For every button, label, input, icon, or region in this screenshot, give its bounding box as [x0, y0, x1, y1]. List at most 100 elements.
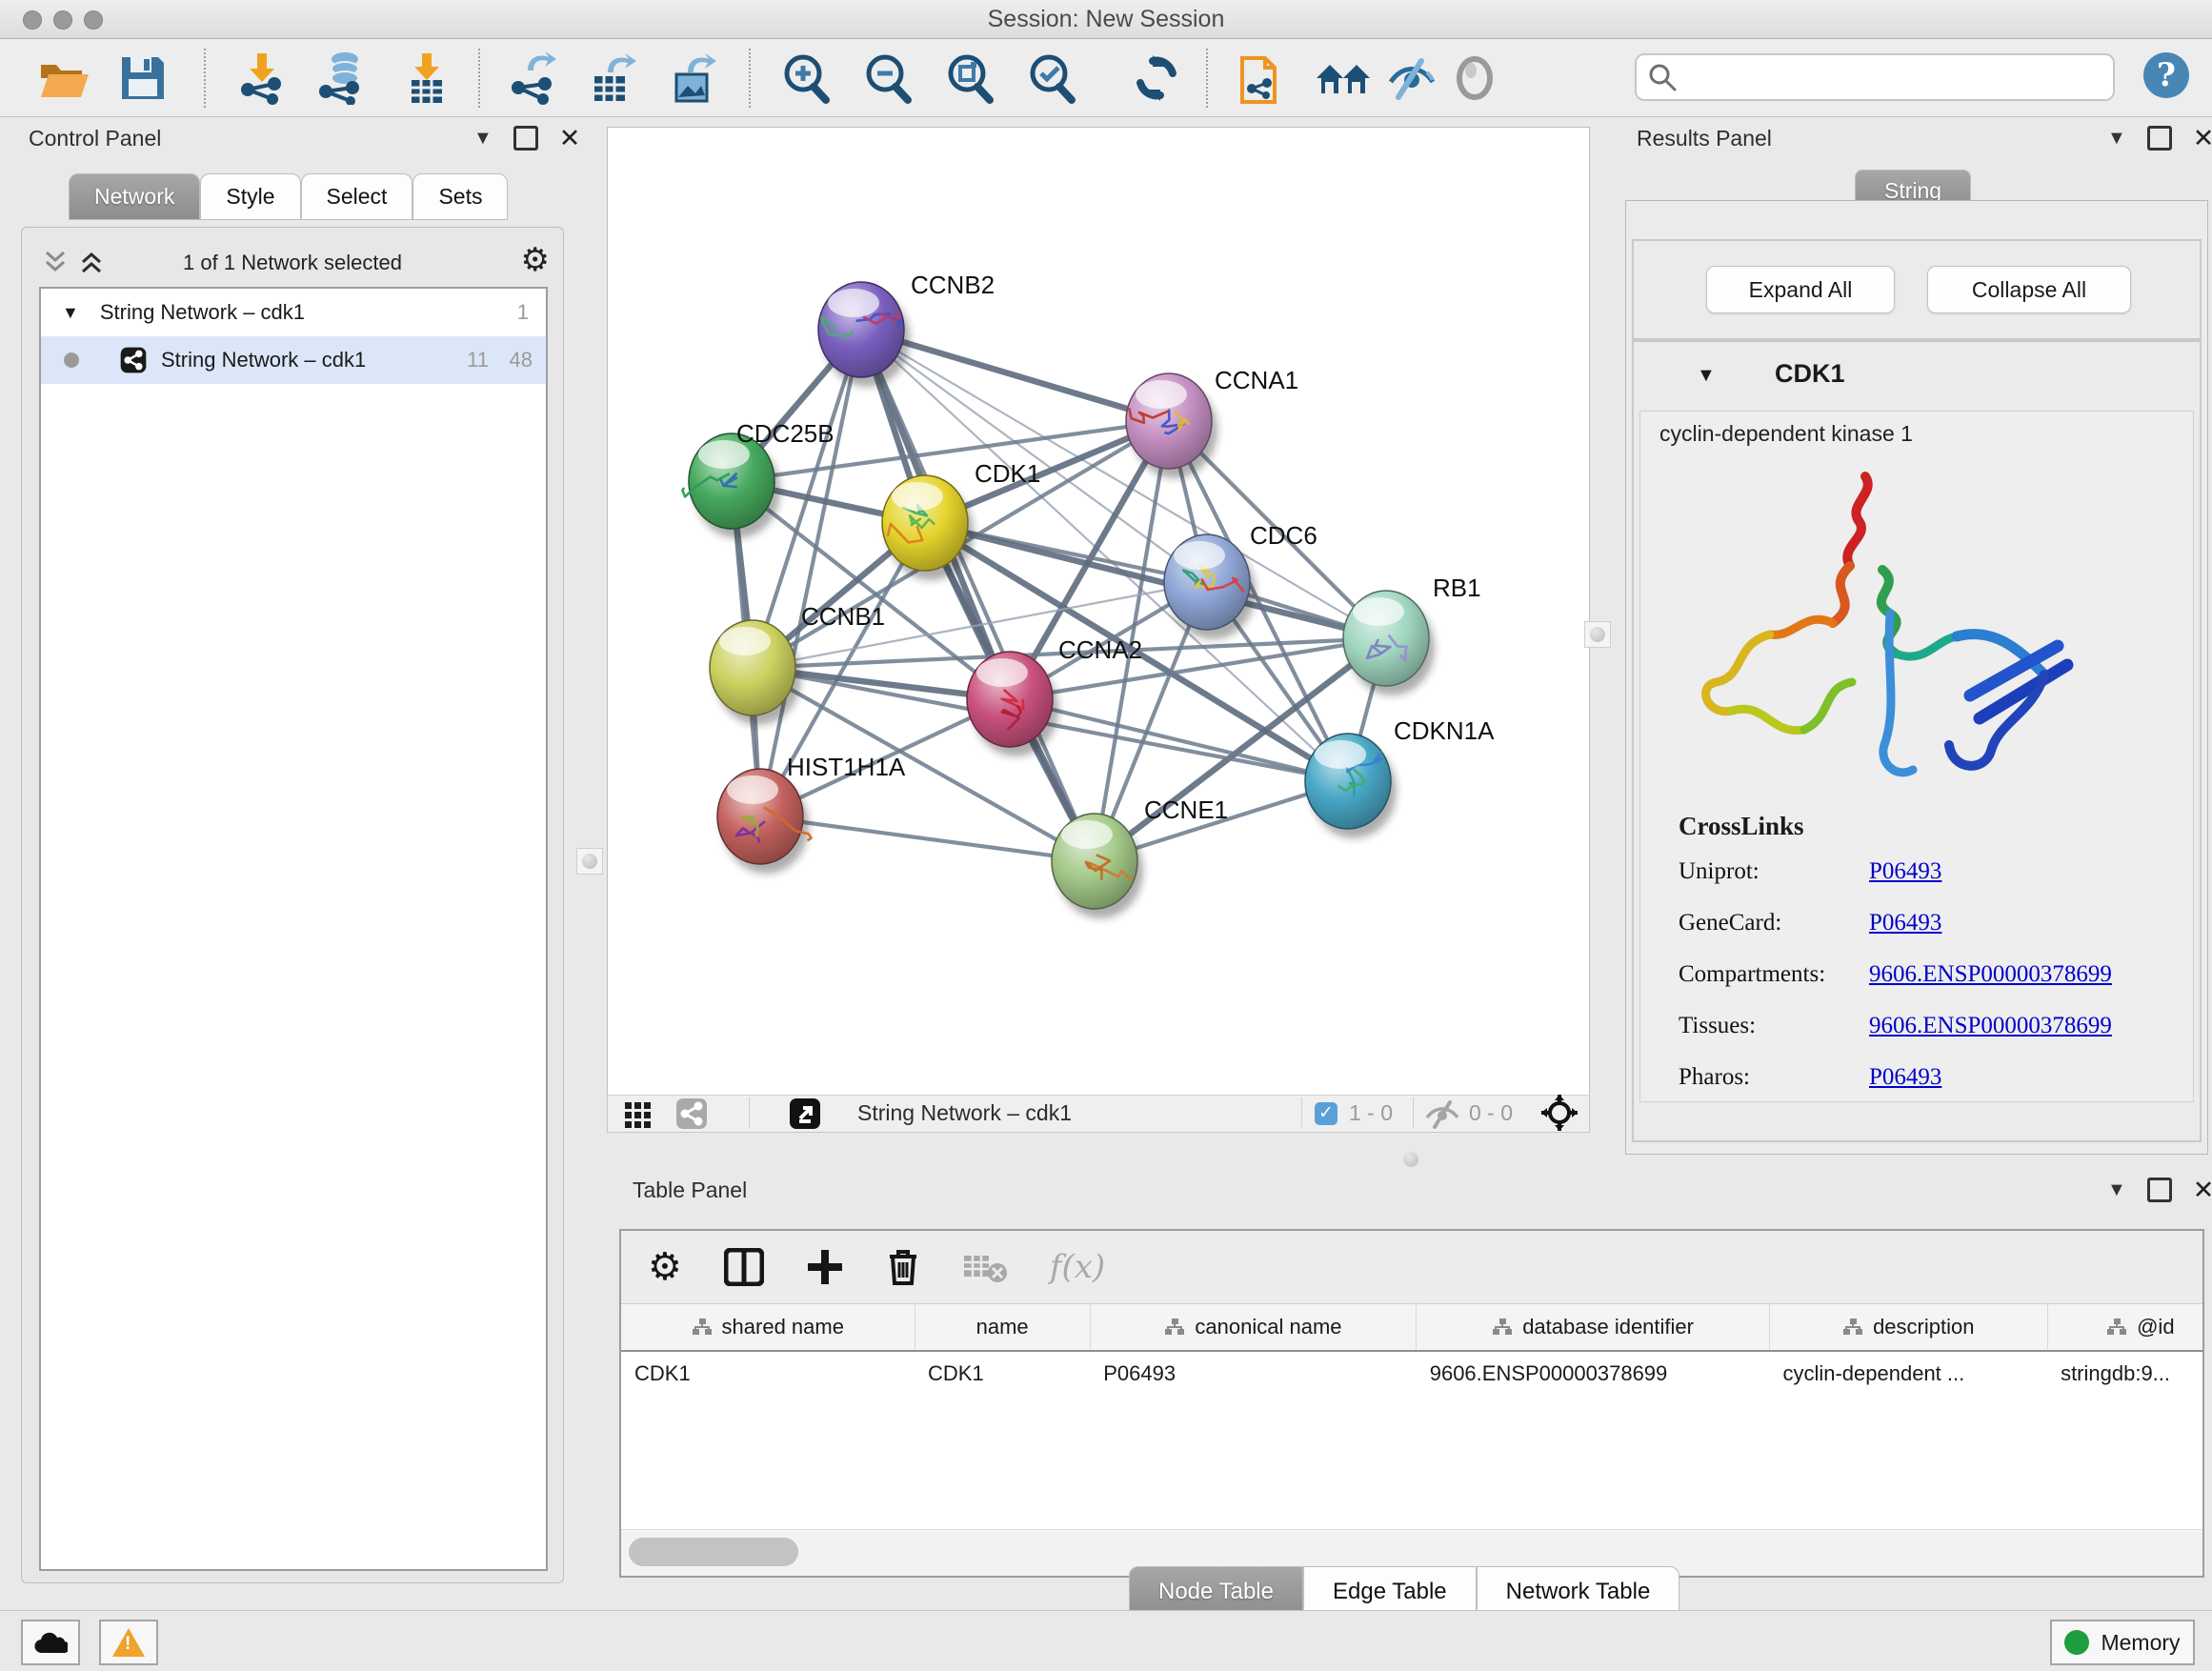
float-panel-icon[interactable]: [2147, 1178, 2172, 1202]
network-graph[interactable]: CCNB2CCNA1CDC25BCDK1CDC6RB1CCNB1CCNA2CDK…: [608, 128, 1589, 1095]
network-share-icon[interactable]: [674, 1097, 709, 1131]
table-cell[interactable]: CDK1: [621, 1351, 915, 1396]
grid-view-icon[interactable]: [621, 1097, 655, 1131]
tab-select[interactable]: Select: [301, 173, 413, 220]
float-panel-icon[interactable]: [513, 126, 538, 151]
status-bar: Memory: [0, 1610, 2212, 1671]
tab-sets[interactable]: Sets: [412, 173, 508, 220]
selected-checkbox-icon[interactable]: ✓: [1315, 1102, 1337, 1125]
export-table-button[interactable]: [583, 50, 640, 106]
expand-all-button[interactable]: Expand All: [1706, 266, 1895, 313]
close-panel-icon[interactable]: ✕: [2193, 129, 2212, 148]
detach-view-icon[interactable]: [789, 1097, 821, 1130]
node-CDKN1A[interactable]: CDKN1A: [1305, 716, 1495, 838]
zoom-selected-button[interactable]: [1023, 50, 1080, 106]
tab-network[interactable]: Network: [69, 173, 200, 220]
share-document-button[interactable]: [1233, 50, 1290, 106]
column-header-description[interactable]: description: [1769, 1304, 2047, 1351]
scrollbar-thumb[interactable]: [629, 1538, 798, 1566]
birdseye-button[interactable]: [1446, 50, 1503, 106]
node-CCNE1[interactable]: CCNE1: [1052, 795, 1228, 918]
node-RB1[interactable]: RB1: [1343, 574, 1481, 695]
network-options-gear-icon[interactable]: ⚙: [521, 241, 550, 279]
import-network-from-database-button[interactable]: [314, 50, 372, 106]
node-table[interactable]: shared namenamecanonical namedatabase id…: [621, 1304, 2202, 1528]
bottom-splitter-handle[interactable]: [1398, 1147, 1423, 1172]
export-network-button[interactable]: [503, 50, 560, 106]
refresh-view-button[interactable]: [1128, 50, 1185, 106]
float-panel-icon[interactable]: [2147, 126, 2172, 151]
table-cell[interactable]: 9606.ENSP00000378699: [1417, 1351, 1770, 1396]
collection-count: 1: [517, 300, 529, 325]
collapse-section-icon[interactable]: ▼: [1697, 365, 1716, 387]
column-header-database-identifier[interactable]: database identifier: [1417, 1304, 1770, 1351]
hide-panels-button[interactable]: [1383, 50, 1440, 106]
selected-node-edge-counts: 1 - 0: [1349, 1100, 1393, 1126]
panel-menu-icon[interactable]: ▼: [2107, 128, 2126, 150]
network-edges[interactable]: [732, 330, 1386, 861]
crosslink-link[interactable]: 9606.ENSP00000378699: [1869, 1013, 2112, 1039]
table-row[interactable]: CDK1CDK1P064939606.ENSP00000378699cyclin…: [621, 1351, 2202, 1396]
zoom-in-button[interactable]: [777, 50, 835, 106]
table-cell[interactable]: stringdb:9...: [2047, 1351, 2202, 1396]
right-splitter-handle[interactable]: [1584, 621, 1611, 648]
export-image-button[interactable]: [665, 50, 722, 106]
toolbar-separator: [204, 49, 206, 108]
column-header-canonical-name[interactable]: canonical name: [1090, 1304, 1416, 1351]
node-CDC6[interactable]: CDC6: [1164, 521, 1317, 639]
table-cell[interactable]: P06493: [1090, 1351, 1416, 1396]
application-window: Session: New Session: [0, 0, 2212, 1671]
crosslink-row: Uniprot:P06493: [1679, 858, 2112, 885]
crosslink-link[interactable]: P06493: [1869, 910, 1941, 936]
close-panel-icon[interactable]: ✕: [559, 129, 581, 148]
statusbar-separator: [1301, 1097, 1302, 1128]
homes-button[interactable]: [1315, 50, 1372, 106]
open-file-button[interactable]: [36, 50, 93, 106]
help-button[interactable]: ?: [2143, 52, 2189, 98]
crosslink-link[interactable]: 9606.ENSP00000378699: [1869, 961, 2112, 988]
network-view-canvas[interactable]: CCNB2CCNA1CDC25BCDK1CDC6RB1CCNB1CCNA2CDK…: [607, 127, 1590, 1096]
node-label-CDC6: CDC6: [1250, 521, 1317, 550]
collapse-all-button[interactable]: Collapse All: [1927, 266, 2131, 313]
memory-button[interactable]: Memory: [2050, 1620, 2195, 1665]
tab-style[interactable]: Style: [200, 173, 300, 220]
add-column-icon[interactable]: [806, 1248, 844, 1286]
table-options-gear-icon[interactable]: ⚙: [648, 1245, 682, 1289]
crosslink-link[interactable]: P06493: [1869, 1064, 1941, 1091]
network-tree-row[interactable]: ▼String Network – cdk11: [41, 289, 546, 336]
network-tree-row[interactable]: String Network – cdk11148: [41, 336, 546, 384]
protein-description: cyclin-dependent kinase 1: [1659, 421, 1913, 447]
node-CCNB2[interactable]: CCNB2: [818, 271, 995, 387]
edge-CCNB2-CCNE1: [861, 330, 1095, 861]
node-CCNA1[interactable]: CCNA1: [1126, 366, 1298, 478]
show-columns-icon[interactable]: [724, 1248, 764, 1286]
string-network-icon: [119, 346, 148, 374]
delete-column-icon[interactable]: [886, 1247, 920, 1287]
close-panel-icon[interactable]: ✕: [2193, 1180, 2212, 1199]
zoom-out-button[interactable]: [859, 50, 916, 106]
node-CDK1[interactable]: CDK1: [882, 459, 1040, 580]
zoom-selected-icon: [1026, 52, 1077, 104]
import-network-button[interactable]: [232, 50, 290, 106]
left-splitter-handle[interactable]: [576, 848, 603, 875]
cloud-button[interactable]: [21, 1620, 80, 1665]
search-input[interactable]: [1677, 57, 2113, 97]
fit-content-crosshair-icon[interactable]: [1539, 1093, 1579, 1133]
panel-menu-icon[interactable]: ▼: [473, 128, 493, 150]
crosslink-link[interactable]: P06493: [1869, 858, 1941, 885]
column-header-name[interactable]: name: [915, 1304, 1090, 1351]
column-label: description: [1873, 1315, 1974, 1339]
node-HIST1H1A[interactable]: HIST1H1A: [717, 753, 906, 874]
column-header--id[interactable]: @id: [2047, 1304, 2202, 1351]
table-cell[interactable]: CDK1: [915, 1351, 1090, 1396]
import-table-button[interactable]: [398, 50, 455, 106]
collapse-node-icon[interactable]: ▼: [62, 303, 79, 323]
column-header-shared-name[interactable]: shared name: [621, 1304, 915, 1351]
table-cell[interactable]: cyclin-dependent ...: [1769, 1351, 2047, 1396]
warnings-button[interactable]: [99, 1620, 158, 1665]
zoom-fit-icon: [944, 52, 995, 104]
panel-menu-icon[interactable]: ▼: [2107, 1179, 2126, 1201]
zoom-fit-button[interactable]: [941, 50, 998, 106]
node-table-container: ⚙ f(x): [619, 1229, 2204, 1578]
save-session-button[interactable]: [114, 50, 171, 106]
